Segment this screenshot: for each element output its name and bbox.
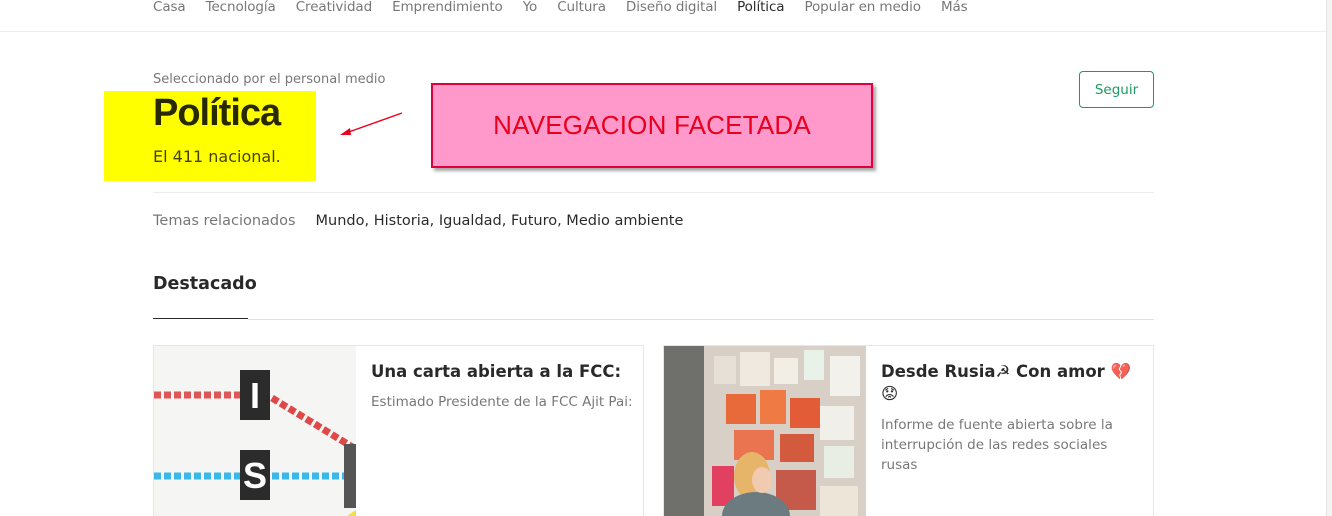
nav-item-mas[interactable]: Más: [941, 0, 968, 17]
fcc-illustration: I S: [154, 346, 356, 516]
scrollbar[interactable]: [1326, 0, 1332, 516]
thumb-letter-i: I: [250, 375, 260, 416]
related-topics-list[interactable]: Mundo, Historia, Igualdad, Futuro, Medio…: [316, 213, 684, 229]
nav-item-diseno-digital[interactable]: Diseño digital: [626, 0, 717, 17]
card-title[interactable]: Una carta abierta a la FCC:: [371, 361, 631, 383]
featured-card-rusia[interactable]: Desde Rusia☭ Con amor 💔 😟 Informe de fue…: [663, 345, 1154, 516]
nav-item-politica[interactable]: Política: [737, 0, 784, 17]
card-thumbnail-rusia[interactable]: [664, 346, 866, 516]
featured-heading: Destacado: [153, 274, 257, 294]
featured-card-fcc[interactable]: I S Una carta abierta a la FCC: Estimado…: [153, 345, 644, 516]
thumb-letter-s: S: [243, 455, 267, 496]
follow-button[interactable]: Seguir: [1079, 71, 1154, 108]
card-description: Estimado Presidente de la FCC Ajit Pai:: [371, 394, 633, 410]
related-topics: Temas relacionados Mundo, Historia, Igua…: [153, 213, 683, 229]
nav-item-tecnologia[interactable]: Tecnología: [206, 0, 276, 17]
card-thumbnail-fcc[interactable]: I S: [154, 346, 356, 516]
featured-underline: [153, 318, 248, 319]
annotation-box: NAVEGACION FACETADA: [431, 83, 873, 168]
nav-item-casa[interactable]: Casa: [153, 0, 186, 17]
card-description: Informe de fuente abierta sobre la inter…: [881, 417, 1113, 473]
nav-item-yo[interactable]: Yo: [523, 0, 538, 17]
nav-item-cultura[interactable]: Cultura: [557, 0, 606, 17]
page-subtitle: El 411 nacional.: [153, 147, 281, 166]
nav-item-popular[interactable]: Popular en medio: [804, 0, 921, 17]
header-divider: [153, 192, 1154, 193]
annotation-arrow: [340, 112, 403, 135]
page-title: Política: [153, 92, 281, 134]
card-title[interactable]: Desde Rusia☭ Con amor 💔 😟: [881, 361, 1141, 405]
annotation-label: NAVEGACION FACETADA: [493, 110, 811, 140]
nav-item-emprendimiento[interactable]: Emprendimiento: [392, 0, 503, 17]
featured-divider: [248, 319, 1154, 320]
rusia-photo: [664, 346, 866, 516]
top-navigation: Casa Tecnología Creatividad Emprendimien…: [0, 0, 1326, 32]
curated-by-label: Seleccionado por el personal medio: [153, 72, 386, 87]
nav-item-creatividad[interactable]: Creatividad: [296, 0, 372, 17]
related-topics-label: Temas relacionados: [153, 213, 296, 229]
